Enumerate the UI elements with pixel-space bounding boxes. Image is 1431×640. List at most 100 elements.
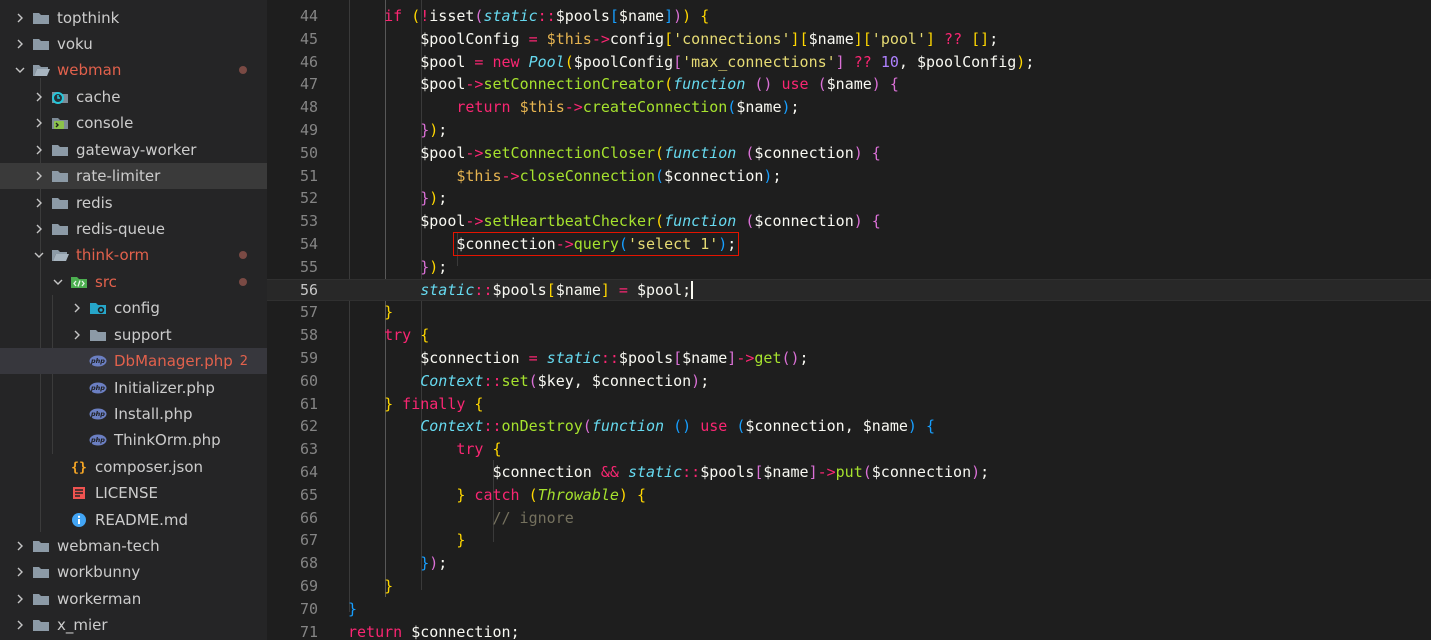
code-line[interactable]: 48 return $this->createConnection($name); [267,96,1431,119]
line-number: 45 [299,29,318,48]
code-line[interactable]: 71 return $connection; [267,621,1431,640]
explorer-file-readme-md[interactable]: README.md [0,507,267,533]
modified-dot-icon [239,251,247,259]
code-editor[interactable]: 44 if (!isset(static::$pools[$name])) {45… [267,0,1431,640]
explorer-file-dbmanager-php[interactable]: php DbManager.php 2 [0,348,267,374]
explorer-file-install-php[interactable]: php Install.php [0,401,267,427]
code-line[interactable]: 70} [267,598,1431,621]
code-token: = [528,29,538,48]
code-token: static [420,280,475,299]
line-number: 70 [299,599,318,618]
chevron-right-icon[interactable] [31,221,47,237]
code-line[interactable]: 57} [267,301,1431,324]
chevron-down-icon[interactable] [50,274,66,290]
code-line[interactable]: 52}); [267,187,1431,210]
code-line[interactable]: 45 $poolConfig = $this->config['connectio… [267,28,1431,51]
code-text: // ignore [492,507,573,530]
code-line[interactable]: 58 try { [267,324,1431,347]
chevron-right-icon[interactable] [31,89,47,105]
code-line[interactable]: 60 Context::set($key, $connection); [267,370,1431,393]
code-line[interactable]: 61} finally { [267,393,1431,416]
line-number: 67 [299,531,318,550]
explorer-file-license[interactable]: LICENSE [0,480,267,506]
code-token: { [889,75,899,94]
chevron-down-icon[interactable] [12,62,28,78]
tree-item-label: workerman [57,590,142,608]
chevron-right-icon[interactable] [12,564,28,580]
code-token: Context [420,417,484,436]
explorer-folder-workbunny[interactable]: workbunny [0,559,267,585]
explorer-folder-src[interactable]: src [0,269,267,295]
explorer-folder-redis[interactable]: redis [0,190,267,216]
code-line[interactable]: 68}); [267,552,1431,575]
code-line[interactable]: 54 $connection->query('select 1'); [267,232,1431,256]
code-line[interactable]: 53 $pool->setHeartbeatChecker(function ($… [267,210,1431,233]
explorer-folder-cache[interactable]: cache [0,84,267,110]
code-token: ) [429,257,439,276]
code-token: , [573,371,592,390]
chevron-right-icon[interactable] [31,168,47,184]
line-number: 49 [299,121,318,139]
explorer-folder-think-orm[interactable]: think-orm [0,242,267,268]
text-cursor [691,281,694,300]
explorer-folder-x-mier[interactable]: x_mier [0,612,267,638]
explorer-file-initializer-php[interactable]: php Initializer.php [0,375,267,401]
code-line[interactable]: 64 $connection && static::$pools[$name]->… [267,461,1431,484]
line-number: 54 [299,235,318,253]
chevron-right-icon[interactable] [69,300,85,316]
chevron-right-icon[interactable] [31,195,47,211]
code-token: // ignore [492,508,574,527]
explorer-folder-support[interactable]: support [0,322,267,348]
explorer-folder-topthink[interactable]: topthink [0,5,267,31]
explorer-folder-console[interactable]: console [0,110,267,136]
explorer-folder-rate-limiter[interactable]: rate-limiter [0,163,267,189]
code-token: ( [664,75,674,94]
tree-item-label: src [95,273,117,291]
code-line[interactable]: 67} [267,529,1431,552]
code-line[interactable]: 56 static::$pools[$name] = $pool; [267,278,1431,302]
chevron-right-icon[interactable] [12,538,28,554]
code-line[interactable]: 51 $this->closeConnection($connection); [267,165,1431,188]
chevron-right-icon[interactable] [69,327,85,343]
code-line[interactable]: 50 $pool->setConnectionCloser(function ($… [267,142,1431,165]
explorer-folder-redis-queue[interactable]: redis-queue [0,216,267,242]
code-token: ( [618,235,628,253]
explorer-folder-webman-tech[interactable]: webman-tech [0,533,267,559]
code-line[interactable]: 44 if (!isset(static::$pools[$name])) { [267,5,1431,28]
explorer-folder-gateway-worker[interactable]: gateway-worker [0,137,267,163]
explorer-folder-webman[interactable]: webman [0,57,267,83]
explorer-file-thinkorm-php[interactable]: php ThinkOrm.php [0,427,267,453]
explorer-file-composer-json[interactable]: {} composer.json [0,454,267,480]
code-line[interactable]: 69} [267,575,1431,598]
code-line[interactable]: 63 try { [267,438,1431,461]
explorer-folder-config[interactable]: config [0,295,267,321]
code-text: $poolConfig = $this->config['connections… [420,28,998,51]
code-line[interactable]: 49}); [267,119,1431,142]
explorer-folder-voku[interactable]: voku [0,31,267,57]
code-line[interactable]: 62 Context::onDestroy(function () use ($c… [267,415,1431,438]
code-token: { [925,417,936,436]
code-line[interactable]: 65} catch (Throwable) { [267,484,1431,507]
chevron-right-icon[interactable] [12,36,28,52]
chevron-right-icon[interactable] [12,617,28,633]
explorer-folder-workerman[interactable]: workerman [0,586,267,612]
code-token: use [781,75,809,94]
chevron-right-icon[interactable] [12,10,28,26]
code-line[interactable]: 46 $pool = new Pool($poolConfig['max_conn… [267,51,1431,74]
tree-item-label: redis-queue [76,220,165,238]
tree-item-label: Install.php [114,405,193,423]
code-token: ( [655,212,665,231]
chevron-right-icon[interactable] [31,115,47,131]
code-token: $poolConfig [420,29,529,48]
chevron-right-icon[interactable] [31,142,47,158]
tree-item-label: LICENSE [95,484,158,502]
code-token: $pools [492,280,547,299]
chevron-down-icon[interactable] [31,247,47,263]
code-line[interactable]: 47 $pool->setConnectionCreator(function (… [267,73,1431,96]
code-line[interactable]: 59 $connection = static::$pools[$name]->g… [267,347,1431,370]
chevron-right-icon[interactable] [12,591,28,607]
code-line[interactable]: 55}); [267,256,1431,279]
code-line[interactable]: 66 // ignore [267,507,1431,530]
